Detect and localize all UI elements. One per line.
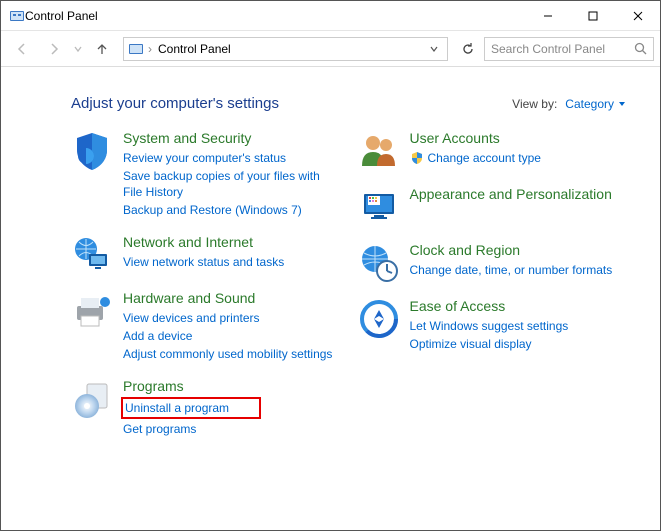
search-placeholder: Search Control Panel <box>491 42 628 56</box>
content-area: Adjust your computer's settings View by:… <box>1 67 660 530</box>
search-icon <box>634 42 647 55</box>
category-title[interactable]: System and Security <box>123 130 340 148</box>
view-by-label: View by: <box>512 97 557 111</box>
task-link[interactable]: Review your computer's status <box>123 150 340 166</box>
control-panel-icon <box>128 41 144 57</box>
view-by-value: Category <box>565 97 614 111</box>
task-link[interactable]: Let Windows suggest settings <box>410 318 627 334</box>
disc-icon <box>71 378 113 420</box>
category-title[interactable]: Programs <box>123 378 340 396</box>
uac-shield-icon <box>410 151 424 165</box>
category-title[interactable]: Network and Internet <box>123 234 340 252</box>
category-programs: Programs Uninstall a program Get program… <box>71 378 340 439</box>
chevron-down-icon <box>618 100 626 108</box>
task-link[interactable]: Backup and Restore (Windows 7) <box>123 202 340 218</box>
people-icon <box>358 130 400 172</box>
category-title[interactable]: Hardware and Sound <box>123 290 340 308</box>
task-link[interactable]: Adjust commonly used mobility settings <box>123 346 340 362</box>
search-input[interactable]: Search Control Panel <box>484 37 654 61</box>
category-appearance: Appearance and Personalization <box>358 186 627 228</box>
task-link[interactable]: Save backup copies of your files with Fi… <box>123 168 340 200</box>
category-title[interactable]: Appearance and Personalization <box>410 186 627 204</box>
titlebar: Control Panel <box>1 1 660 31</box>
clock-globe-icon <box>358 242 400 284</box>
minimize-button[interactable] <box>525 1 570 30</box>
toolbar: › Control Panel Search Control Panel <box>1 31 660 67</box>
window-title: Control Panel <box>25 9 525 23</box>
close-button[interactable] <box>615 1 660 30</box>
ease-icon <box>358 298 400 340</box>
control-panel-window: Control Panel › Control Panel <box>0 0 661 531</box>
globe-icon <box>71 234 113 276</box>
task-link-uninstall[interactable]: Uninstall a program <box>125 400 229 416</box>
up-button[interactable] <box>87 34 117 64</box>
recent-dropdown[interactable] <box>71 34 85 64</box>
shield-icon <box>71 130 113 172</box>
task-link[interactable]: View devices and printers <box>123 310 340 326</box>
category-clock-region: Clock and Region Change date, time, or n… <box>358 242 627 284</box>
maximize-button[interactable] <box>570 1 615 30</box>
category-ease-of-access: Ease of Access Let Windows suggest setti… <box>358 298 627 354</box>
left-column: System and Security Review your computer… <box>71 130 340 453</box>
category-system-security: System and Security Review your computer… <box>71 130 340 220</box>
task-link[interactable]: View network status and tasks <box>123 254 340 270</box>
category-network-internet: Network and Internet View network status… <box>71 234 340 276</box>
task-link[interactable]: Get programs <box>123 421 340 437</box>
page-title: Adjust your computer's settings <box>71 95 512 112</box>
back-button[interactable] <box>7 34 37 64</box>
category-hardware-sound: Hardware and Sound View devices and prin… <box>71 290 340 364</box>
task-link[interactable]: Change account type <box>410 150 627 166</box>
view-by: View by: Category <box>512 97 626 111</box>
forward-button[interactable] <box>39 34 69 64</box>
category-title[interactable]: User Accounts <box>410 130 627 148</box>
category-title[interactable]: Clock and Region <box>410 242 627 260</box>
task-link[interactable]: Add a device <box>123 328 340 344</box>
task-link[interactable]: Optimize visual display <box>410 336 627 352</box>
address-bar[interactable]: › Control Panel <box>123 37 448 61</box>
chevron-down-icon[interactable] <box>425 44 443 54</box>
view-by-dropdown[interactable]: Category <box>565 97 626 111</box>
task-link[interactable]: Change date, time, or number formats <box>410 262 627 278</box>
category-title[interactable]: Ease of Access <box>410 298 627 316</box>
breadcrumb[interactable]: Control Panel <box>158 42 421 56</box>
control-panel-icon <box>9 8 25 24</box>
category-user-accounts: User Accounts Change account type <box>358 130 627 172</box>
heading-row: Adjust your computer's settings View by:… <box>71 95 626 112</box>
refresh-button[interactable] <box>454 37 482 61</box>
chevron-right-icon: › <box>148 42 154 56</box>
printer-icon <box>71 290 113 332</box>
highlight-box: Uninstall a program <box>121 397 261 419</box>
right-column: User Accounts Change account type Appear… <box>358 130 627 368</box>
monitor-icon <box>358 186 400 228</box>
